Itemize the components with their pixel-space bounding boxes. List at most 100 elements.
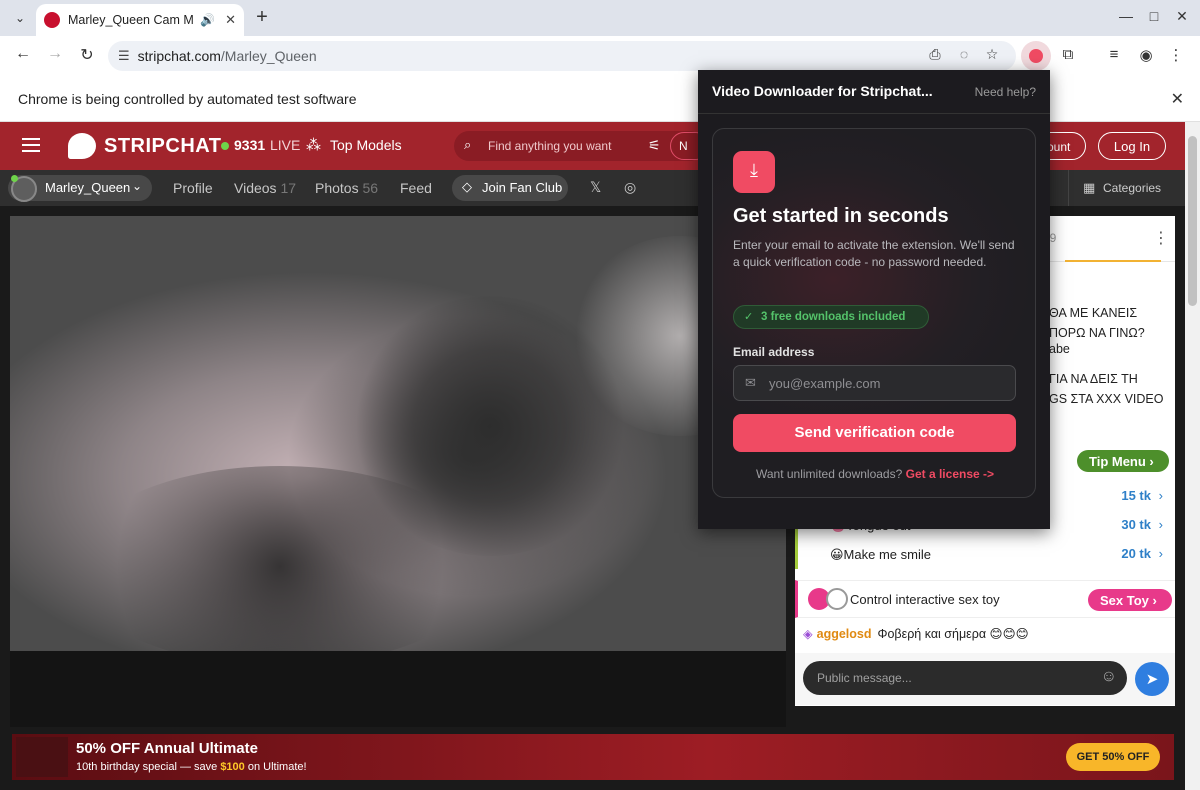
infobar-message: Chrome is being controlled by automated … bbox=[18, 91, 357, 107]
photos-count: 56 bbox=[362, 180, 379, 196]
scrollbar-thumb[interactable] bbox=[1188, 136, 1197, 306]
forward-icon[interactable]: → bbox=[44, 45, 66, 63]
site-logo[interactable]: STRIPCHAT bbox=[104, 135, 221, 158]
send-verification-button[interactable]: Send verification code bbox=[733, 414, 1016, 452]
url-host: stripchat.com bbox=[137, 48, 221, 64]
media-controls-icon[interactable]: ≡ bbox=[1104, 46, 1124, 63]
user-badge-icon: ◈ bbox=[803, 627, 813, 641]
login-button[interactable]: Log In bbox=[1098, 132, 1166, 160]
live-indicator-icon bbox=[221, 142, 229, 150]
toy-label: Control interactive sex toy bbox=[850, 592, 1000, 607]
model-selector[interactable]: Marley_Queen ⌄ bbox=[8, 175, 152, 202]
tip-menu-item[interactable]: 😀Make me smile 20 tk › bbox=[795, 540, 1175, 569]
chevron-right-icon: › bbox=[1158, 517, 1163, 532]
online-status-icon bbox=[11, 175, 18, 182]
chat-message: abe bbox=[1049, 342, 1070, 356]
grid-icon: ▦ bbox=[1083, 180, 1096, 195]
tab-strip: ⌄ Marley_Queen Cam M 🔊 ✕ + — □ ✕ bbox=[0, 0, 1200, 36]
video-downloader-extension-icon[interactable] bbox=[1021, 41, 1051, 71]
instagram-icon[interactable]: ◎ bbox=[624, 179, 636, 196]
new-tab-button[interactable]: + bbox=[250, 6, 274, 29]
eye-off-icon[interactable]: ◌ bbox=[955, 46, 973, 62]
promo-subtitle: 10th birthday special — save $100 on Ult… bbox=[76, 761, 307, 773]
card-title: Get started in seconds bbox=[733, 205, 949, 227]
x-social-icon[interactable]: 𝕏 bbox=[590, 179, 601, 196]
menu-kebab-icon[interactable]: ⋮ bbox=[1166, 46, 1186, 64]
license-prompt-text: Want unlimited downloads? bbox=[755, 467, 903, 481]
tab-feed[interactable]: Feed bbox=[400, 180, 432, 196]
tab-profile[interactable]: Profile bbox=[173, 180, 213, 196]
chat-message: GS ΣΤΑ XXX VIDEO bbox=[1049, 392, 1164, 406]
free-downloads-badge: ✓ 3 free downloads included bbox=[733, 305, 929, 329]
speaker-icon[interactable]: 🔊 bbox=[200, 13, 215, 27]
join-fan-club-button[interactable]: ◇ Join Fan Club bbox=[452, 175, 568, 201]
video-player[interactable] bbox=[10, 216, 786, 651]
tip-item-price: 30 tk bbox=[1121, 517, 1151, 532]
tip-item-price: 20 tk bbox=[1121, 546, 1151, 561]
top-models-icon[interactable]: ⁂ bbox=[306, 136, 321, 154]
infobar-close-icon[interactable]: ✕ bbox=[1171, 89, 1184, 109]
stripchat-favicon-icon bbox=[44, 12, 60, 28]
back-icon[interactable]: ← bbox=[12, 45, 34, 63]
sex-toy-button[interactable]: Sex Toy › bbox=[1088, 589, 1172, 611]
chat-menu-kebab-icon[interactable]: ⋮ bbox=[1153, 228, 1169, 248]
promo-subtitle-pre: 10th birthday special — save bbox=[76, 761, 221, 773]
tab-search-chevron-icon[interactable]: ⌄ bbox=[8, 6, 32, 30]
maximize-icon[interactable]: □ bbox=[1144, 8, 1164, 24]
diamond-icon: ◇ bbox=[462, 179, 472, 194]
profile-icon[interactable]: ◉ bbox=[1136, 46, 1156, 64]
tab-close-icon[interactable]: ✕ bbox=[225, 12, 236, 28]
minimize-icon[interactable]: — bbox=[1116, 8, 1136, 24]
page-scrollbar[interactable] bbox=[1185, 122, 1200, 790]
filter-icon[interactable]: ⚟ bbox=[648, 137, 661, 154]
public-message-input[interactable]: Public message... ☺ bbox=[803, 661, 1127, 695]
popup-title: Video Downloader for Stripchat... bbox=[712, 83, 933, 99]
model-name: Marley_Queen bbox=[45, 180, 131, 195]
mail-icon: ✉ bbox=[745, 375, 756, 390]
live-label[interactable]: LIVE bbox=[270, 137, 300, 153]
window-close-icon[interactable]: ✕ bbox=[1172, 8, 1192, 25]
top-models-link[interactable]: Top Models bbox=[330, 137, 402, 153]
search-input[interactable]: ⌕ Find anything you want ⚟ bbox=[454, 131, 704, 161]
chevron-right-icon: › bbox=[1158, 546, 1163, 561]
hamburger-menu-icon[interactable] bbox=[22, 138, 40, 152]
get-discount-button[interactable]: GET 50% OFF bbox=[1066, 743, 1160, 771]
url-path: /Marley_Queen bbox=[220, 48, 317, 64]
get-license-link[interactable]: Get a license -> bbox=[906, 467, 994, 481]
site-info-icon[interactable]: ☰ bbox=[118, 48, 130, 64]
tab-photos[interactable]: Photos 56 bbox=[315, 180, 378, 196]
extensions-puzzle-icon[interactable]: ⧉ bbox=[1058, 46, 1078, 63]
install-app-icon[interactable]: ⎙ bbox=[926, 46, 944, 63]
stripchat-logo-icon[interactable] bbox=[68, 133, 96, 159]
tip-item-price: 15 tk bbox=[1121, 488, 1151, 503]
reload-icon[interactable]: ↻ bbox=[76, 45, 98, 65]
search-placeholder: Find anything you want bbox=[488, 139, 612, 153]
email-placeholder: you@example.com bbox=[769, 376, 881, 391]
chat-tab-indicator bbox=[1065, 260, 1161, 262]
send-message-button[interactable]: ➤ bbox=[1135, 662, 1169, 696]
promo-subtitle-post: on Ultimate! bbox=[244, 761, 307, 773]
fan-club-label: Join Fan Club bbox=[482, 180, 563, 195]
emoji-icon[interactable]: ☺ bbox=[1101, 668, 1117, 686]
chevron-down-icon: ⌄ bbox=[132, 179, 143, 193]
promo-banner[interactable]: 50% OFF Annual Ultimate 10th birthday sp… bbox=[12, 734, 1174, 780]
activation-card: ⤓ Get started in seconds Enter your emai… bbox=[712, 128, 1036, 498]
categories-button[interactable]: ▦ Categories bbox=[1068, 170, 1185, 206]
need-help-link[interactable]: Need help? bbox=[975, 85, 1036, 99]
chat-username[interactable]: aggelosd bbox=[817, 627, 872, 641]
promo-image bbox=[16, 737, 68, 777]
browser-tab[interactable]: Marley_Queen Cam M 🔊 ✕ bbox=[36, 4, 244, 36]
bookmark-star-icon[interactable]: ☆ bbox=[983, 46, 1001, 63]
live-count[interactable]: 9331 bbox=[234, 137, 265, 153]
sex-toy-row: Control interactive sex toy Sex Toy › bbox=[795, 580, 1175, 618]
videos-count: 17 bbox=[280, 180, 297, 196]
tab-videos-label: Videos bbox=[234, 180, 277, 196]
chat-input-area: Public message... ☺ ➤ bbox=[795, 653, 1175, 705]
address-bar[interactable]: ☰ stripchat.com/Marley_Queen bbox=[108, 41, 1016, 71]
tip-menu-button[interactable]: Tip Menu › bbox=[1077, 450, 1169, 472]
card-description: Enter your email to activate the extensi… bbox=[733, 238, 1015, 269]
chevron-right-icon: › bbox=[1158, 488, 1163, 503]
tab-videos[interactable]: Videos 17 bbox=[234, 180, 296, 196]
chat-message: ΠΟΡΩ ΝΑ ΓΙΝΩ? bbox=[1049, 326, 1145, 340]
email-field[interactable]: ✉ you@example.com bbox=[733, 365, 1016, 401]
